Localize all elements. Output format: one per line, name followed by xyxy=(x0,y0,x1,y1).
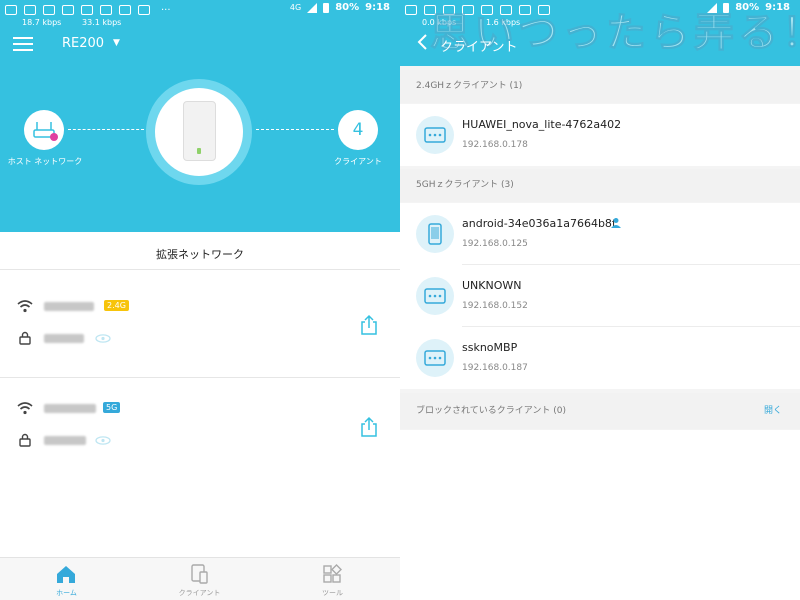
client-ip: 192.168.0.152 xyxy=(462,301,528,311)
notification-icon xyxy=(62,5,74,15)
empty-area xyxy=(400,430,800,600)
generic-device-icon xyxy=(416,277,454,315)
host-network-label: ホスト ネットワーク xyxy=(7,157,83,166)
status-bar: ··· 18.7 kbps 33.1 kbps 4G 80% 9:18 xyxy=(0,0,400,32)
more-notifications-icon: ··· xyxy=(161,4,171,16)
wifi-icon xyxy=(17,300,33,313)
notification-icon xyxy=(138,5,150,15)
link-line xyxy=(68,129,144,130)
client-row[interactable]: UNKNOWN 192.168.0.152 xyxy=(400,265,800,327)
lock-icon xyxy=(19,433,31,447)
open-blocked-link[interactable]: 開く xyxy=(764,393,782,429)
generic-device-icon xyxy=(416,116,454,154)
client-row[interactable]: HUAWEI_nova_lite-4762a402 192.168.0.178 xyxy=(400,104,800,166)
client-row[interactable]: ssknoMBP 192.168.0.187 xyxy=(400,327,800,389)
client-ip: 192.168.0.187 xyxy=(462,363,528,373)
tab-label: ホーム xyxy=(56,589,77,597)
notification-icon xyxy=(24,5,36,15)
client-name: android-34e036a1a7664b8f xyxy=(462,217,616,230)
tab-home[interactable]: ホーム xyxy=(0,558,133,600)
notification-icon xyxy=(43,5,55,15)
blocked-label: ブロックされているクライアント (0) xyxy=(416,406,566,416)
tab-tools[interactable]: ツール xyxy=(266,558,399,600)
link-line xyxy=(256,129,334,130)
band-badge: 2.4G xyxy=(104,300,129,311)
ssid-blurred xyxy=(44,404,96,413)
ssid-blurred xyxy=(44,302,94,311)
owner-badge-icon xyxy=(611,218,621,228)
download-speed: 33.1 kbps xyxy=(82,18,122,27)
tools-icon xyxy=(323,564,342,583)
client-row[interactable]: android-34e036a1a7664b8f 192.168.0.125 xyxy=(400,203,800,265)
extender-device-icon xyxy=(183,101,216,161)
tab-label: クライアント xyxy=(178,589,221,597)
tab-clients[interactable]: クライアント xyxy=(133,558,266,600)
share-icon[interactable] xyxy=(358,416,380,438)
page-title: クライアント xyxy=(440,40,518,55)
signal-icon xyxy=(307,2,318,13)
battery-icon xyxy=(323,2,330,13)
notification-icon xyxy=(81,5,93,15)
password-blurred xyxy=(44,436,86,445)
client-ip: 192.168.0.178 xyxy=(462,140,528,150)
client-name: ssknoMBP xyxy=(462,341,518,354)
client-name: HUAWEI_nova_lite-4762a402 xyxy=(462,118,622,131)
phone-icon xyxy=(416,215,454,253)
notification-icon xyxy=(405,5,417,15)
share-icon[interactable] xyxy=(358,314,380,336)
tab-label: ツール xyxy=(322,589,343,597)
battery-level: 80% xyxy=(335,2,360,13)
screenshot-root: ··· 18.7 kbps 33.1 kbps 4G 80% 9:18 RE20… xyxy=(0,0,800,600)
home-icon xyxy=(57,566,75,583)
clients-screen: 0.0 kbps 1.6 kbps 80% 9:18 思いつったら弄る！ クライ… xyxy=(400,0,800,600)
eye-icon[interactable] xyxy=(95,436,111,445)
network-type: 4G xyxy=(289,3,302,12)
devices-icon xyxy=(191,564,208,584)
menu-icon[interactable] xyxy=(13,37,33,51)
generic-device-icon xyxy=(416,339,454,377)
group-header-24ghz: 2.4GHｚクライアント (1) xyxy=(400,70,800,103)
host-network-button[interactable] xyxy=(24,110,64,150)
upload-speed: 18.7 kbps xyxy=(22,18,62,27)
device-selector[interactable]: RE200 xyxy=(62,36,104,51)
notification-icon xyxy=(5,5,17,15)
band-badge: 5G xyxy=(103,402,121,413)
eye-icon[interactable] xyxy=(95,334,111,343)
password-blurred xyxy=(44,334,84,343)
client-name: UNKNOWN xyxy=(462,279,522,292)
back-arrow-icon[interactable] xyxy=(416,34,428,50)
group-header-blocked: ブロックされているクライアント (0) 開く xyxy=(400,393,800,429)
clock: 9:18 xyxy=(365,2,390,13)
bottom-tab-bar: ホーム クライアント ツール xyxy=(0,557,400,600)
lock-icon xyxy=(19,331,31,345)
group-header-5ghz: 5GHｚクライアント (3) xyxy=(400,169,800,202)
network-item: 2.4G xyxy=(0,278,400,378)
router-icon xyxy=(33,122,58,141)
notification-icon xyxy=(100,5,112,15)
network-item: 5G xyxy=(0,380,400,480)
notification-icon xyxy=(119,5,131,15)
client-label: クライアント xyxy=(334,157,382,166)
extended-network-title: 拡張ネットワーク xyxy=(0,240,400,270)
home-screen: ··· 18.7 kbps 33.1 kbps 4G 80% 9:18 RE20… xyxy=(0,0,400,600)
client-ip: 192.168.0.125 xyxy=(462,239,528,249)
chevron-down-icon[interactable]: ▼ xyxy=(113,38,120,48)
client-count-button[interactable]: 4 xyxy=(338,110,378,150)
wifi-icon xyxy=(17,402,33,415)
